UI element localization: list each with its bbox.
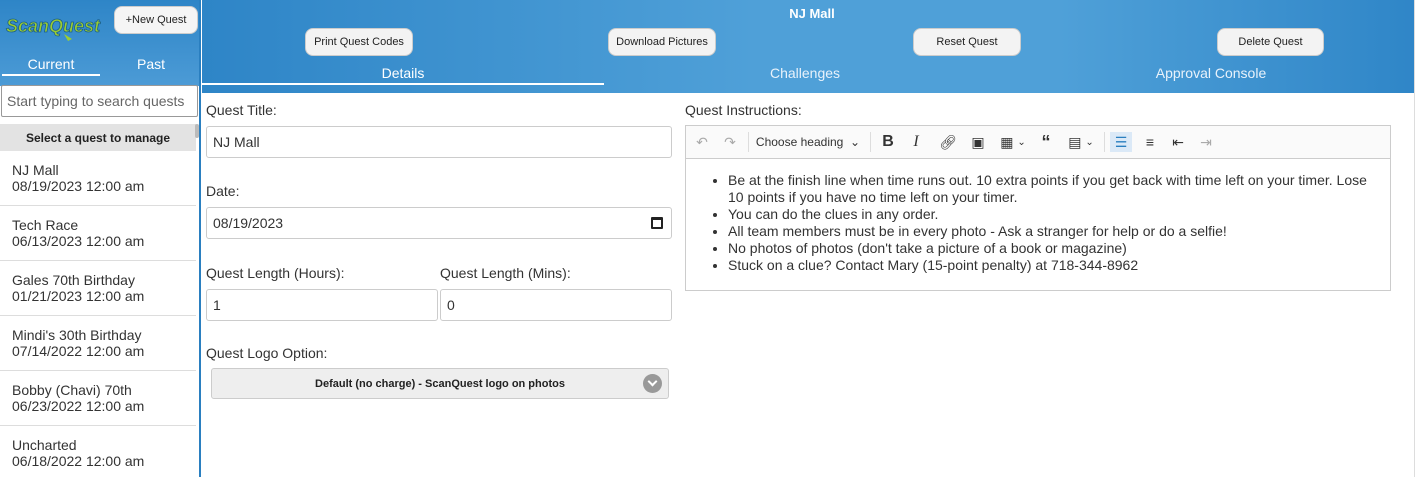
indent-icon[interactable]: ⇥ bbox=[1196, 132, 1216, 152]
tab-approval-console[interactable]: Approval Console bbox=[1010, 65, 1412, 85]
heading-dropdown[interactable]: Choose heading ⌄ bbox=[754, 132, 862, 152]
page-scrollbar[interactable] bbox=[1414, 0, 1427, 477]
undo-icon[interactable]: ↶ bbox=[692, 132, 712, 152]
list-item: No photos of photos (don't take a pictur… bbox=[728, 240, 1376, 257]
quest-title-value: NJ Mall bbox=[213, 134, 260, 150]
quest-title-input[interactable]: NJ Mall bbox=[206, 126, 672, 158]
quest-list-item[interactable]: Bobby (Chavi) 70th 06/23/2022 12:00 am bbox=[0, 371, 196, 426]
list-item: All team members must be in every photo … bbox=[728, 223, 1376, 240]
tab-challenges[interactable]: Challenges bbox=[604, 65, 1006, 85]
quest-hours-label: Quest Length (Hours): bbox=[206, 265, 345, 281]
image-icon[interactable]: ▣ bbox=[968, 132, 988, 152]
quest-name: NJ Mall bbox=[12, 162, 59, 178]
quest-mins-label: Quest Length (Mins): bbox=[440, 265, 571, 281]
quest-mins-input[interactable]: 0 bbox=[440, 289, 672, 321]
page-title: NJ Mall bbox=[789, 6, 835, 21]
quest-date: 01/21/2023 12:00 am bbox=[12, 288, 145, 304]
quest-title-label: Quest Title: bbox=[206, 102, 277, 118]
bold-icon[interactable]: B bbox=[878, 132, 898, 152]
quest-list: NJ Mall 08/19/2023 12:00 am Tech Race 06… bbox=[0, 151, 196, 477]
chevron-down-icon: ⌄ bbox=[850, 135, 861, 149]
toolbar-divider bbox=[748, 132, 749, 152]
reset-quest-button[interactable]: Reset Quest bbox=[913, 28, 1021, 56]
quest-date: 07/14/2022 12:00 am bbox=[12, 343, 145, 359]
quest-list-item[interactable]: Mindi's 30th Birthday 07/14/2022 12:00 a… bbox=[0, 316, 196, 371]
download-pictures-button[interactable]: Download Pictures bbox=[608, 28, 716, 56]
quest-list-item[interactable]: NJ Mall 08/19/2023 12:00 am bbox=[0, 151, 196, 206]
instructions-list: Be at the finish line when time runs out… bbox=[728, 172, 1376, 274]
quest-logo-label: Quest Logo Option: bbox=[206, 345, 328, 361]
quest-mins-value: 0 bbox=[447, 297, 455, 313]
tab-details[interactable]: Details bbox=[202, 65, 604, 85]
editor-toolbar: ↶ ↷ Choose heading ⌄ B I 🔗︎ ▣ ▦ ⌄ “ ▤ ⌄ … bbox=[686, 126, 1390, 159]
numbered-list-icon[interactable]: ≡ bbox=[1140, 132, 1160, 152]
sidebar-header: ScanQuest +New Quest Current Past bbox=[0, 0, 199, 86]
quest-header: NJ Mall Print Quest Codes Download Pictu… bbox=[202, 0, 1427, 93]
sidebar-scrollbar[interactable] bbox=[195, 124, 199, 138]
quest-date: 08/19/2023 12:00 am bbox=[12, 178, 145, 194]
tab-current[interactable]: Current bbox=[2, 56, 100, 76]
list-item: Be at the finish line when time runs out… bbox=[728, 172, 1376, 206]
svg-text:ScanQuest: ScanQuest bbox=[6, 16, 101, 36]
calendar-icon[interactable] bbox=[651, 217, 663, 229]
quest-name: Bobby (Chavi) 70th bbox=[12, 382, 132, 398]
redo-icon[interactable]: ↷ bbox=[720, 132, 740, 152]
instructions-editor: ↶ ↷ Choose heading ⌄ B I 🔗︎ ▣ ▦ ⌄ “ ▤ ⌄ … bbox=[685, 125, 1391, 291]
quest-name: Gales 70th Birthday bbox=[12, 272, 135, 288]
sidebar: ScanQuest +New Quest Current Past Select… bbox=[0, 0, 201, 477]
outdent-icon[interactable]: ⇤ bbox=[1168, 132, 1188, 152]
quest-name: Tech Race bbox=[12, 217, 79, 233]
quest-hours-value: 1 bbox=[213, 297, 221, 313]
link-icon[interactable]: 🔗︎ bbox=[938, 132, 958, 152]
date-label: Date: bbox=[206, 183, 240, 199]
date-value: 08/19/2023 bbox=[213, 215, 284, 231]
quest-name: Mindi's 30th Birthday bbox=[12, 327, 142, 343]
new-quest-button[interactable]: +New Quest bbox=[114, 6, 198, 34]
blockquote-icon[interactable]: “ bbox=[1036, 132, 1056, 152]
toolbar-divider bbox=[870, 132, 871, 152]
chevron-down-icon bbox=[643, 374, 662, 393]
date-input[interactable]: 08/19/2023 bbox=[206, 207, 672, 239]
italic-icon[interactable]: I bbox=[906, 132, 926, 152]
quest-date: 06/23/2022 12:00 am bbox=[12, 398, 145, 414]
app: ScanQuest +New Quest Current Past Select… bbox=[0, 0, 1427, 477]
quest-list-item[interactable]: Tech Race 06/13/2023 12:00 am bbox=[0, 206, 196, 261]
search-quests-input[interactable] bbox=[1, 85, 198, 117]
scanquest-logo: ScanQuest bbox=[6, 16, 101, 41]
quest-instructions-label: Quest Instructions: bbox=[685, 102, 802, 118]
quest-hours-input[interactable]: 1 bbox=[206, 289, 438, 321]
table-icon[interactable]: ▦ ⌄ bbox=[996, 132, 1030, 152]
quest-list-item[interactable]: Gales 70th Birthday 01/21/2023 12:00 am bbox=[0, 261, 196, 316]
print-quest-codes-button[interactable]: Print Quest Codes bbox=[305, 28, 413, 56]
list-item: Stuck on a clue? Contact Mary (15-point … bbox=[728, 257, 1376, 274]
quest-name: Uncharted bbox=[12, 437, 77, 453]
quest-list-item[interactable]: Uncharted 06/18/2022 12:00 am bbox=[0, 426, 196, 477]
heading-dropdown-label: Choose heading bbox=[755, 135, 844, 149]
tab-past[interactable]: Past bbox=[102, 56, 199, 76]
bulleted-list-icon[interactable]: ☰ bbox=[1110, 132, 1132, 152]
list-item: You can do the clues in any order. bbox=[728, 206, 1376, 223]
toolbar-divider bbox=[1104, 132, 1105, 152]
quest-date: 06/13/2023 12:00 am bbox=[12, 233, 145, 249]
quest-date: 06/18/2022 12:00 am bbox=[12, 453, 145, 469]
delete-quest-button[interactable]: Delete Quest bbox=[1217, 28, 1324, 56]
quest-logo-value: Default (no charge) - ScanQuest logo on … bbox=[315, 377, 565, 390]
quest-logo-select[interactable]: Default (no charge) - ScanQuest logo on … bbox=[211, 368, 669, 399]
quest-list-header: Select a quest to manage bbox=[0, 124, 196, 151]
media-embed-icon[interactable]: ▤ ⌄ bbox=[1064, 132, 1098, 152]
editor-content[interactable]: Be at the finish line when time runs out… bbox=[686, 160, 1390, 274]
